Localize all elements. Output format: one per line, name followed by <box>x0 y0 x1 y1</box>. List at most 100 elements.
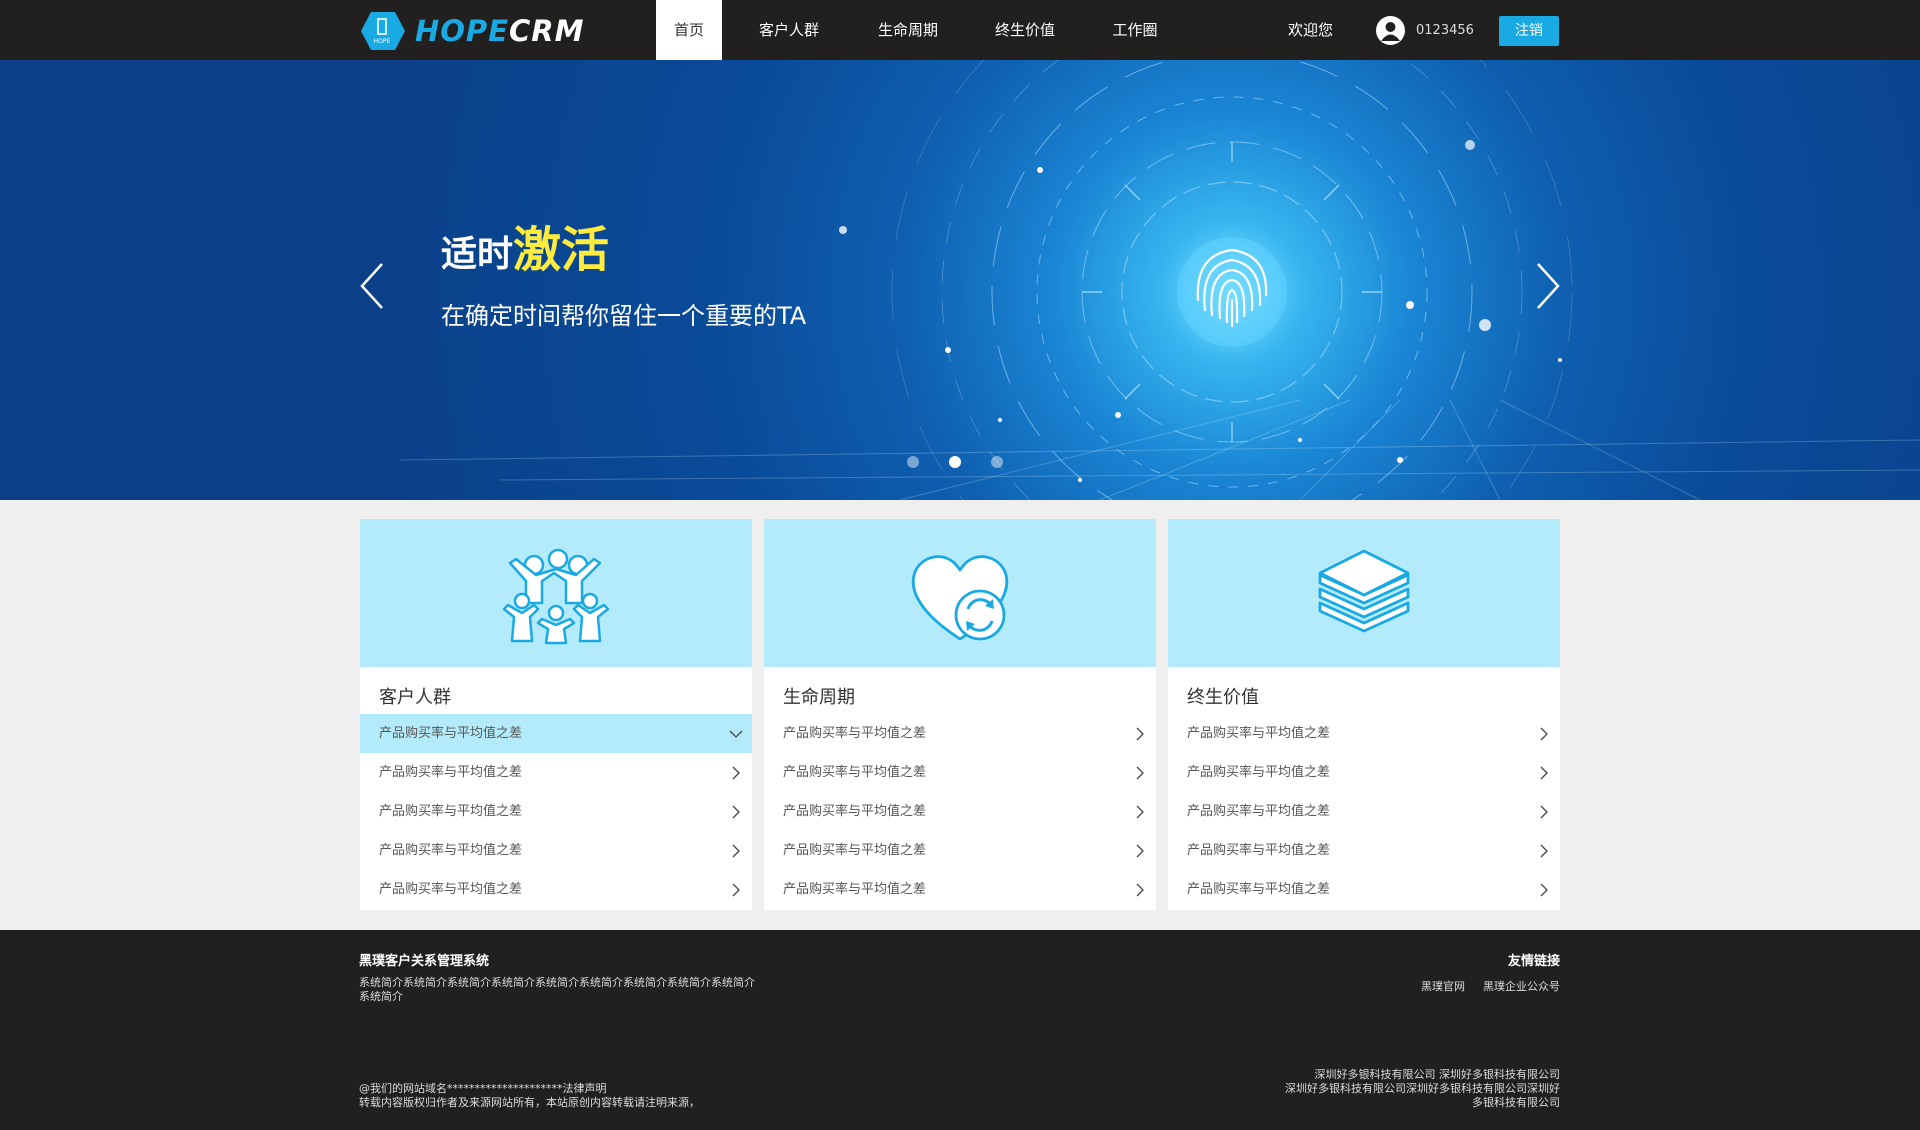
chevron-right-icon <box>1136 805 1144 819</box>
footer-link-wechat-account[interactable]: 黑璞企业公众号 <box>1483 978 1560 994</box>
welcome-text: 欢迎您 <box>1288 21 1334 39</box>
carousel-dot-3[interactable] <box>991 456 1003 468</box>
list-item-label: 产品购买率与平均值之差 <box>783 804 927 819</box>
footer-title: 黑璞客户关系管理系统 <box>359 954 490 969</box>
hero-banner: 适时激活 在确定时间帮你留住一个重要的TA <box>0 60 1920 500</box>
list-item[interactable]: 产品购买率与平均值之差 <box>764 753 1156 792</box>
list-item[interactable]: 产品购买率与平均值之差 <box>1168 870 1560 909</box>
carousel-next-icon[interactable] <box>1528 256 1568 316</box>
banner-title-prefix: 适时 <box>441 234 514 275</box>
card-list: 产品购买率与平均值之差 产品购买率与平均值之差 产品购买率与平均值之差 产品购买… <box>764 714 1156 909</box>
chevron-right-icon <box>732 883 740 897</box>
carousel-dot-1[interactable] <box>907 456 919 468</box>
chevron-right-icon <box>732 805 740 819</box>
nav-home[interactable]: 首页 <box>656 0 722 60</box>
card-title: 生命周期 <box>783 687 855 708</box>
card-title: 客户人群 <box>379 687 451 708</box>
logo[interactable]: HOPE HOPECRM <box>359 10 599 52</box>
chevron-right-icon <box>1136 727 1144 741</box>
logo-crm: CRM <box>509 14 585 48</box>
nav-customer-groups[interactable]: 客户人群 <box>722 0 856 60</box>
footer-links-title: 友情链接 <box>1507 954 1560 969</box>
carousel-prev-icon[interactable] <box>352 256 392 316</box>
nav-lifetime-value[interactable]: 终生价值 <box>960 0 1090 60</box>
list-item-label: 产品购买率与平均值之差 <box>379 882 523 897</box>
footer-legal: @我们的网站域名*********************法律声明 转载内容版权… <box>359 1082 799 1110</box>
card-lifetime-value: 终生价值 产品购买率与平均值之差 产品购买率与平均值之差 产品购买率与平均值之差… <box>1168 519 1560 910</box>
list-item-label: 产品购买率与平均值之差 <box>783 882 927 897</box>
main-nav: 首页 客户人群 生命周期 终生价值 工作圈 <box>656 0 1180 60</box>
list-item[interactable]: 产品购买率与平均值之差 <box>360 714 752 753</box>
footer-legal-line1: @我们的网站域名*********************法律声明 <box>359 1082 607 1095</box>
chevron-right-icon <box>732 844 740 858</box>
list-item-label: 产品购买率与平均值之差 <box>783 843 927 858</box>
list-item[interactable]: 产品购买率与平均值之差 <box>1168 831 1560 870</box>
logo-badge-icon: HOPE <box>361 12 405 50</box>
banner-title-highlight: 激活 <box>513 222 610 278</box>
username: 0123456 <box>1416 23 1474 38</box>
carousel-dots <box>907 456 1003 468</box>
people-group-icon <box>502 548 610 645</box>
banner-circuit-graphic <box>399 60 1920 500</box>
chevron-right-icon <box>1136 844 1144 858</box>
chevron-right-icon <box>1136 766 1144 780</box>
logo-text: HOPECRM <box>415 14 584 48</box>
logo-badge-text: HOPE <box>374 38 391 45</box>
list-item[interactable]: 产品购买率与平均值之差 <box>764 831 1156 870</box>
banner-title: 适时激活 <box>441 210 609 280</box>
user-avatar-icon[interactable] <box>1376 16 1405 45</box>
list-item[interactable]: 产品购买率与平均值之差 <box>1168 792 1560 831</box>
card-header-bg <box>360 519 752 667</box>
footer-legal-line2: 转载内容版权归作者及来源网站所有，本站原创内容转载请注明来源， <box>359 1096 700 1109</box>
nav-work-circle[interactable]: 工作圈 <box>1090 0 1180 60</box>
footer-link-official-site[interactable]: 黑璞官网 <box>1421 978 1465 994</box>
chevron-right-icon <box>1540 883 1548 897</box>
top-navbar: HOPE HOPECRM 首页 客户人群 生命周期 终生价值 工作圈 欢迎您 0… <box>0 0 1920 60</box>
list-item[interactable]: 产品购买率与平均值之差 <box>360 831 752 870</box>
list-item[interactable]: 产品购买率与平均值之差 <box>360 792 752 831</box>
list-item[interactable]: 产品购买率与平均值之差 <box>1168 753 1560 792</box>
chevron-right-icon <box>732 766 740 780</box>
footer-company-line2: 深圳好多银科技有限公司深圳好多银科技有限公司深圳好 <box>1285 1082 1560 1095</box>
list-item-label: 产品购买率与平均值之差 <box>379 804 523 819</box>
footer-company-line3: 多银科技有限公司 <box>1472 1096 1560 1109</box>
list-item-label: 产品购买率与平均值之差 <box>783 726 927 741</box>
chevron-right-icon <box>1540 844 1548 858</box>
card-list: 产品购买率与平均值之差 产品购买率与平均值之差 产品购买率与平均值之差 产品购买… <box>360 714 752 909</box>
list-item[interactable]: 产品购买率与平均值之差 <box>764 714 1156 753</box>
list-item-label: 产品购买率与平均值之差 <box>1187 843 1331 858</box>
carousel-dot-2[interactable] <box>949 456 961 468</box>
chevron-right-icon <box>1540 805 1548 819</box>
list-item[interactable]: 产品购买率与平均值之差 <box>1168 714 1560 753</box>
logout-button[interactable]: 注销 <box>1499 16 1559 46</box>
chevron-right-icon <box>1136 883 1144 897</box>
list-item[interactable]: 产品购买率与平均值之差 <box>764 870 1156 909</box>
chevron-right-icon <box>1540 766 1548 780</box>
chevron-down-icon <box>729 730 743 738</box>
list-item-label: 产品购买率与平均值之差 <box>1187 765 1331 780</box>
chevron-right-icon <box>1540 727 1548 741</box>
footer-company-line1: 深圳好多银科技有限公司 深圳好多银科技有限公司 <box>1314 1068 1561 1081</box>
list-item[interactable]: 产品购买率与平均值之差 <box>360 870 752 909</box>
list-item-label: 产品购买率与平均值之差 <box>783 765 927 780</box>
nav-lifecycle[interactable]: 生命周期 <box>856 0 960 60</box>
footer-description: 系统简介系统简介系统简介系统简介系统简介系统简介系统简介系统简介系统简介系统简介 <box>359 976 755 1003</box>
list-item-label: 产品购买率与平均值之差 <box>1187 882 1331 897</box>
footer: 黑璞客户关系管理系统 系统简介系统简介系统简介系统简介系统简介系统简介系统简介系… <box>0 930 1920 1130</box>
list-item-label: 产品购买率与平均值之差 <box>379 843 523 858</box>
card-title: 终生价值 <box>1187 687 1259 708</box>
layers-icon <box>1318 549 1410 633</box>
banner-subtitle: 在确定时间帮你留住一个重要的TA <box>441 302 807 330</box>
card-header-bg <box>764 519 1156 667</box>
logo-hope: HOPE <box>415 14 509 48</box>
card-lifecycle: 生命周期 产品购买率与平均值之差 产品购买率与平均值之差 产品购买率与平均值之差… <box>764 519 1156 910</box>
list-item-label: 产品购买率与平均值之差 <box>379 765 523 780</box>
list-item[interactable]: 产品购买率与平均值之差 <box>764 792 1156 831</box>
list-item[interactable]: 产品购买率与平均值之差 <box>360 753 752 792</box>
card-header-bg <box>1168 519 1560 667</box>
footer-links: 黑璞官网 黑璞企业公众号 <box>1421 978 1560 994</box>
card-customer-groups: 客户人群 产品购买率与平均值之差 产品购买率与平均值之差 产品购买率与平均值之差… <box>360 519 752 910</box>
card-list: 产品购买率与平均值之差 产品购买率与平均值之差 产品购买率与平均值之差 产品购买… <box>1168 714 1560 909</box>
list-item-label: 产品购买率与平均值之差 <box>379 726 523 741</box>
list-item-label: 产品购买率与平均值之差 <box>1187 726 1331 741</box>
